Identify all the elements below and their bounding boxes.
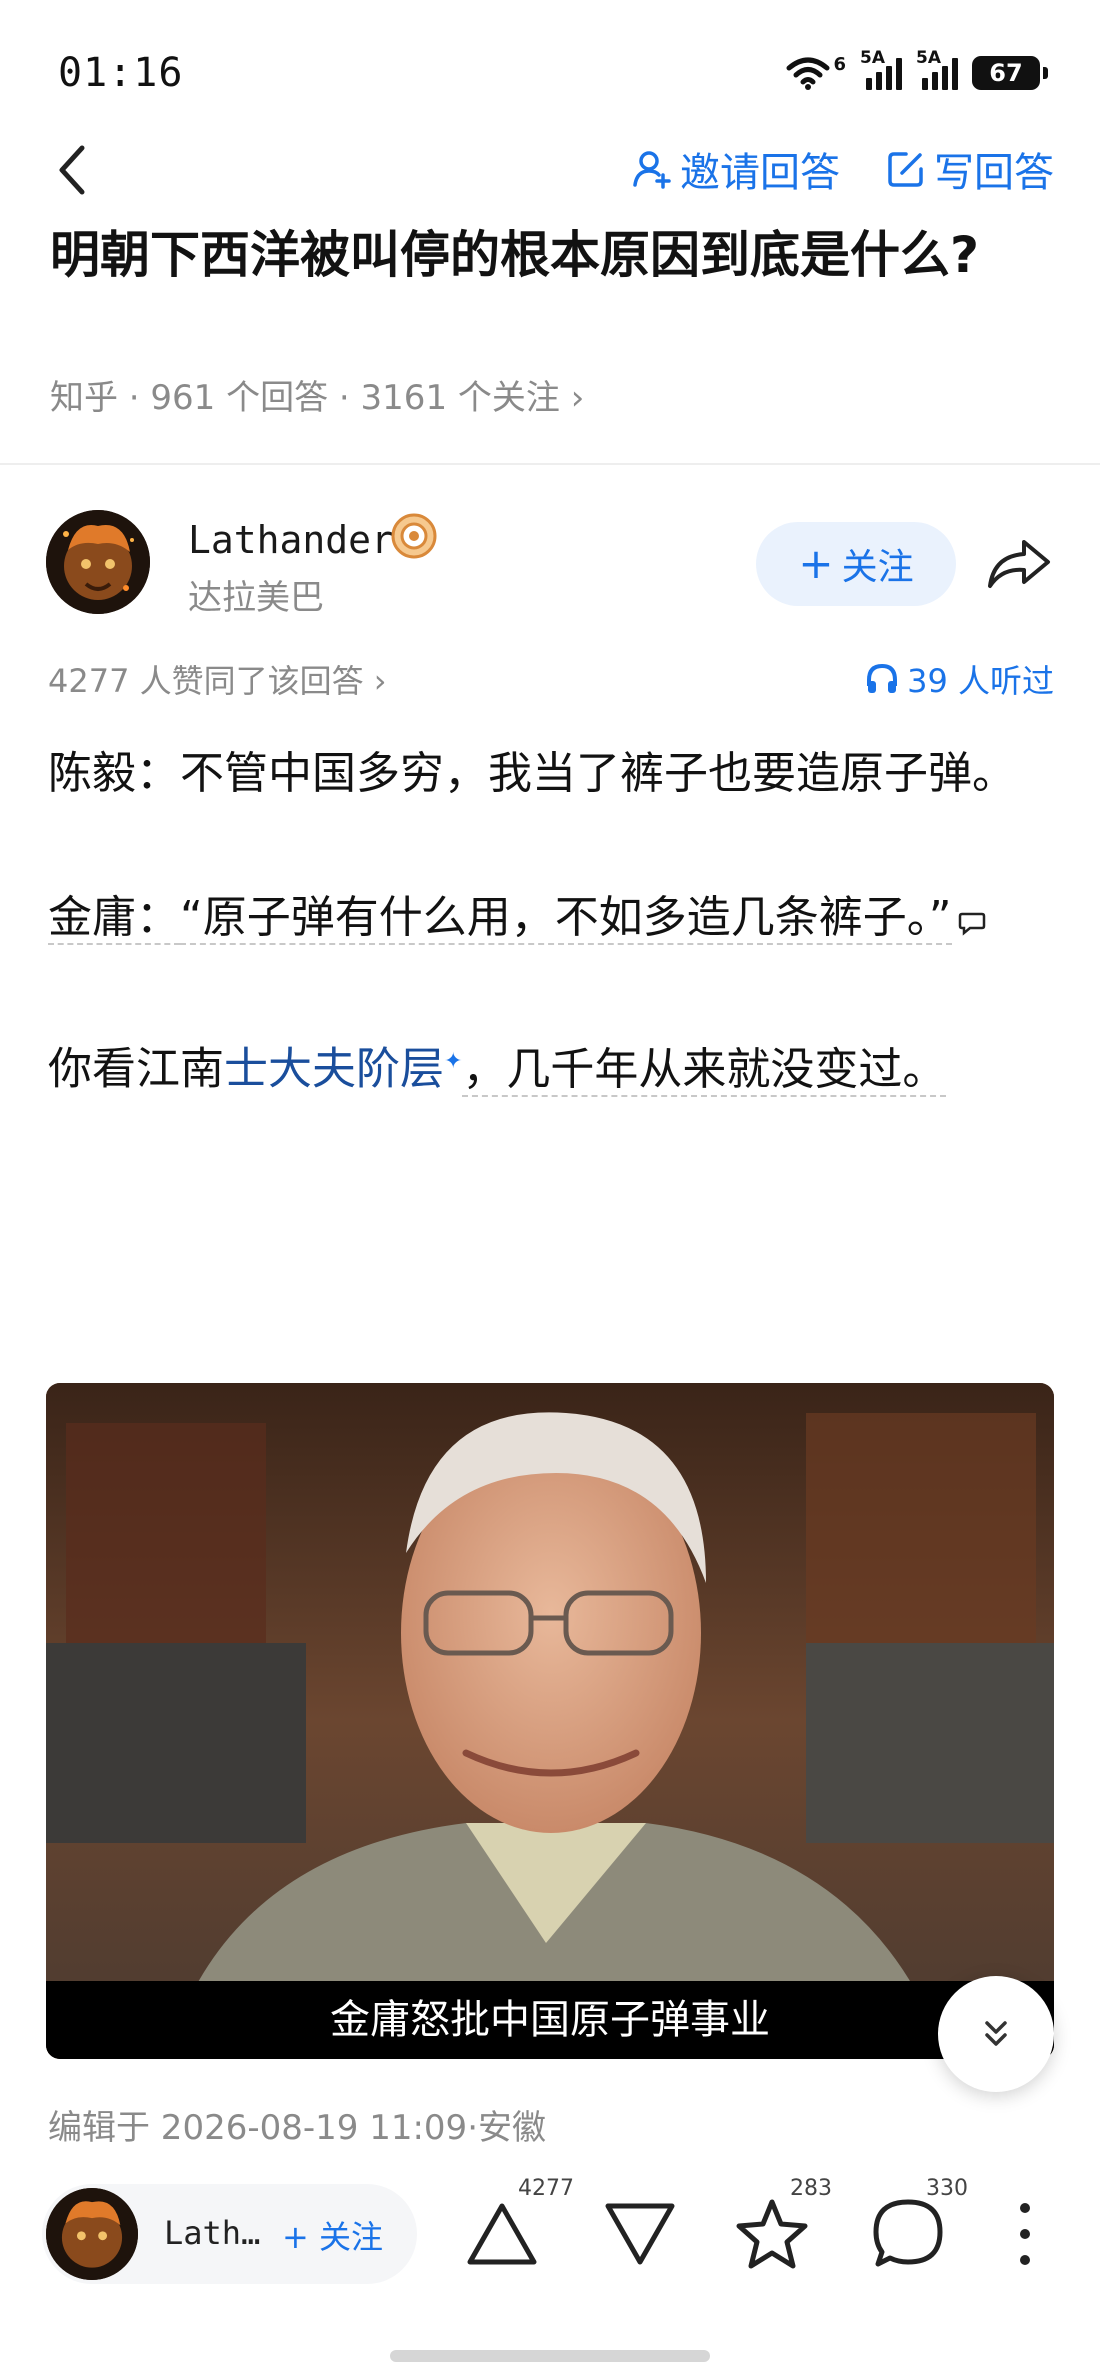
plus-icon: +: [798, 539, 834, 588]
edit-info: 编辑于 2026-08-19 11:09·安徽: [48, 2108, 546, 2148]
sim2-label: 5A: [916, 48, 941, 68]
paragraph-3-prefix: 你看江南: [48, 1043, 224, 1095]
headphones-icon: [867, 663, 898, 693]
user-plus-icon: [633, 151, 671, 189]
quote-text: “原子弹有什么用，不如多造几条裤子。”: [180, 892, 952, 945]
author-name[interactable]: Lathander: [188, 518, 394, 562]
chip-avatar[interactable]: [46, 2188, 138, 2280]
sparkle-icon: ✦: [444, 1049, 463, 1074]
answer-image[interactable]: 金庸怒批中国原子弹事业: [46, 1383, 1054, 2059]
question-meta[interactable]: 知乎 · 961 个回答 · 3161 个关注 ›: [50, 370, 584, 419]
badge-icon: [391, 513, 437, 559]
paragraph-2[interactable]: 金庸：“原子弹有什么用，不如多造几条裤子。”: [48, 882, 1058, 954]
edit-icon: [888, 152, 923, 187]
listen-count[interactable]: 39 人听过: [865, 656, 1054, 702]
share-icon[interactable]: [986, 536, 1052, 592]
sim1-label: 5A: [860, 48, 885, 68]
listen-count-label: 39 人听过: [907, 662, 1054, 700]
author-avatar[interactable]: [46, 510, 150, 614]
chevrons-down-icon: [985, 2021, 1007, 2046]
paragraph-3: 你看江南士大夫阶层✦，几千年从来就没变过。: [48, 1026, 1058, 1106]
status-icons: 6 5A 5A 67: [785, 48, 1048, 90]
author-chip[interactable]: Lath… + 关注: [42, 2184, 417, 2284]
home-indicator[interactable]: [390, 2350, 710, 2362]
follow-label: 关注: [841, 547, 914, 588]
question-title[interactable]: 明朝下西洋被叫停的根本原因到底是什么?: [50, 222, 1060, 288]
write-answer-button[interactable]: 写回答: [886, 140, 1054, 198]
network-type: 6: [833, 53, 846, 75]
battery-icon: 67: [972, 56, 1048, 90]
chip-follow-label: 关注: [318, 2218, 383, 2256]
star-icon[interactable]: [732, 2194, 812, 2274]
wifi-icon: [786, 57, 830, 90]
invite-answer-label: 邀请回答: [680, 150, 840, 196]
comment-count: 330: [926, 2176, 968, 2201]
status-time: 01:16: [58, 50, 184, 96]
next-answer-button[interactable]: [938, 1976, 1054, 2092]
signal-icon-sim1: 5A: [860, 48, 902, 90]
battery-level: 67: [989, 59, 1023, 87]
back-icon[interactable]: [48, 140, 98, 200]
quote-speaker: 金庸：: [48, 892, 180, 945]
nav-actions: 邀请回答 写回答: [632, 140, 1054, 198]
answer-content: 陈毅：不管中国多穷，我当了裤子也要造原子弹。 金庸：“原子弹有什么用，不如多造几…: [48, 738, 1058, 1178]
agree-count-line[interactable]: 4277 人赞同了该回答 ›: [48, 656, 387, 702]
favorite-count: 283: [790, 2176, 832, 2201]
divider: [0, 463, 1100, 465]
image-caption: 金庸怒批中国原子弹事业: [46, 1981, 1054, 2059]
downvote-icon[interactable]: [600, 2194, 680, 2274]
comment-mark-icon[interactable]: [958, 910, 986, 936]
chip-follow-button[interactable]: + 关注: [282, 2212, 383, 2258]
chip-author-name: Lath…: [164, 2214, 261, 2252]
keyword-link[interactable]: 士大夫阶层: [224, 1044, 444, 1095]
paragraph-3-suffix: ，几千年从来就没变过。: [462, 1043, 947, 1097]
more-icon[interactable]: [1010, 2196, 1040, 2272]
author-subtitle: 达拉美巴: [188, 578, 324, 618]
upvote-count: 4277: [518, 2176, 574, 2201]
paragraph-1: 陈毅：不管中国多穷，我当了裤子也要造原子弹。: [48, 748, 1016, 799]
signal-icon-sim2: 5A: [916, 48, 958, 90]
invite-answer-button[interactable]: 邀请回答: [632, 140, 840, 198]
status-bar: 01:16 6 5A 5A 67: [0, 0, 1100, 140]
comment-icon[interactable]: [868, 2194, 948, 2274]
write-answer-label: 写回答: [934, 150, 1054, 196]
upvote-icon[interactable]: [462, 2194, 542, 2274]
follow-button[interactable]: + 关注: [756, 522, 956, 606]
